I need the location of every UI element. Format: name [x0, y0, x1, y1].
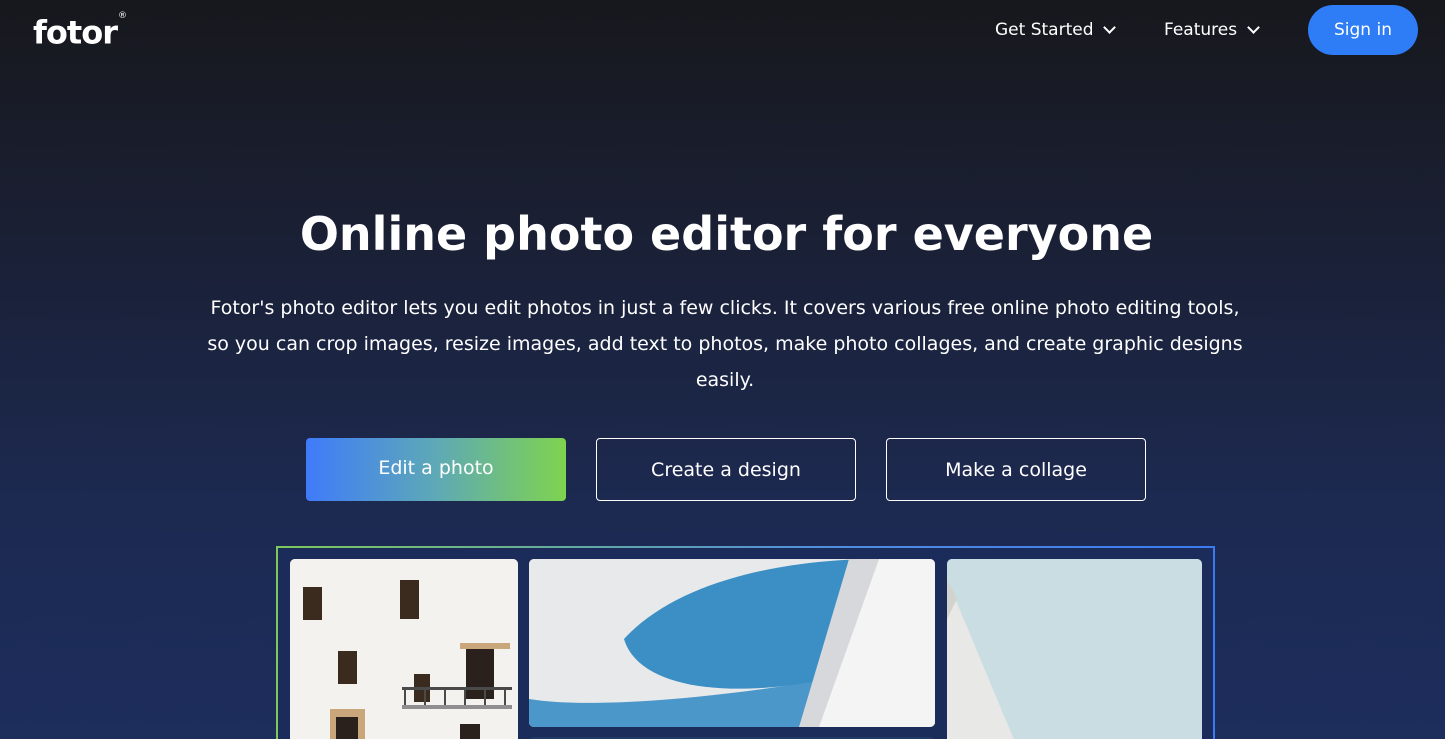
hero-title: Online photo editor for everyone: [299, 207, 1154, 261]
chevron-down-icon: [1103, 21, 1117, 34]
nav-features-label: Features: [1164, 20, 1238, 40]
wall-illustration: [947, 559, 1202, 739]
make-collage-button[interactable]: Make a collage: [886, 438, 1146, 501]
logo-text: fotor: [33, 13, 118, 52]
pool-illustration: [529, 559, 935, 727]
nav-get-started-label: Get Started: [995, 20, 1094, 40]
preview-photo-pool: [529, 559, 935, 727]
edit-photo-button[interactable]: Edit a photo: [306, 438, 566, 501]
create-design-button[interactable]: Create a design: [596, 438, 856, 501]
header: fotor® Get Started Features Sign in: [0, 0, 1445, 60]
hero-description: Fotor's photo editor lets you edit photo…: [207, 297, 1243, 391]
chevron-down-icon: [1247, 21, 1260, 34]
nav-get-started[interactable]: Get Started: [995, 18, 1117, 42]
preview-photo-building: [290, 559, 518, 739]
building-illustration: [290, 559, 518, 739]
logo-registered-mark: ®: [117, 11, 127, 21]
fotor-logo[interactable]: fotor®: [33, 11, 127, 52]
nav-features[interactable]: Features: [1164, 18, 1260, 42]
sign-in-button[interactable]: Sign in: [1308, 5, 1418, 55]
editor-preview-frame: [276, 546, 1215, 739]
preview-photo-wall: [947, 559, 1202, 739]
